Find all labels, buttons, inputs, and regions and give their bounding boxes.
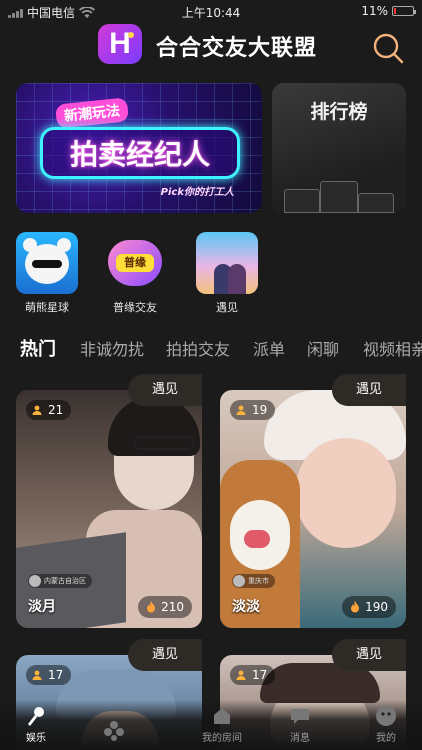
- quick-link-label: 遇见: [216, 301, 238, 314]
- tab-auction[interactable]: 拍拍交友: [166, 336, 230, 358]
- user-icon: [236, 405, 246, 415]
- heat-count: 190: [342, 596, 396, 618]
- quick-link-label: 普缘交友: [113, 301, 157, 314]
- room-cover-image: [220, 390, 406, 628]
- viewer-count-value: 21: [48, 403, 64, 417]
- user-icon: [32, 405, 42, 415]
- nav-apps[interactable]: [84, 720, 144, 744]
- meet-tag: 遇见: [332, 639, 406, 671]
- quick-link-label: 萌熊星球: [25, 301, 69, 314]
- battery-icon: [392, 6, 416, 16]
- chat-icon: [291, 709, 309, 724]
- viewer-count-value: 17: [48, 668, 64, 682]
- meet-tag: 遇见: [128, 639, 202, 671]
- heat-count: 210: [138, 596, 192, 618]
- profile-icon: [376, 706, 396, 726]
- tab-video-date[interactable]: 视频相亲: [363, 336, 422, 358]
- heart-icon: 普缘: [104, 232, 166, 294]
- nav-my-room[interactable]: 我的房间: [192, 705, 252, 744]
- heat-count-value: 210: [161, 600, 184, 614]
- viewer-count: 17: [26, 665, 72, 685]
- user-icon: [32, 670, 42, 680]
- couple-image: [196, 232, 258, 294]
- leaderboard-card[interactable]: 排行榜: [272, 83, 406, 213]
- meet-tag: 遇见: [128, 374, 202, 406]
- nav-messages[interactable]: 消息: [270, 705, 330, 744]
- nav-profile[interactable]: 我的: [356, 705, 416, 744]
- quick-link-bear-planet[interactable]: 萌熊星球: [16, 232, 78, 315]
- viewer-count-value: 17: [252, 668, 268, 682]
- user-icon: [236, 670, 246, 680]
- microphone-icon: [28, 707, 44, 726]
- fire-icon: [351, 601, 360, 613]
- bottom-nav: 娱乐 我的房间 消息 我的: [0, 700, 422, 750]
- viewer-count-value: 19: [252, 403, 268, 417]
- promo-banner[interactable]: 新潮玩法 拍卖经纪人 Pick你的打工人: [16, 83, 262, 213]
- heart-badge: 普缘: [116, 254, 154, 272]
- nav-entertainment[interactable]: 娱乐: [6, 705, 66, 744]
- tab-dispatch[interactable]: 派单: [253, 336, 285, 358]
- status-right: 11%: [361, 4, 416, 18]
- room-card[interactable]: 19 重庆市 淡淡 190 遇见: [220, 374, 406, 628]
- quick-link-meet[interactable]: 遇见: [196, 232, 258, 315]
- app-logo-letter: H: [109, 27, 131, 60]
- nav-label: 我的房间: [202, 733, 242, 744]
- tab-dating-show[interactable]: 非诚勿扰: [80, 336, 144, 358]
- battery-label: 11%: [361, 4, 388, 18]
- nav-label: 我的: [376, 733, 396, 744]
- nav-label: 消息: [290, 733, 310, 744]
- location-badge: 内蒙古自治区: [28, 574, 92, 588]
- quick-link-puyuan[interactable]: 普缘 普缘交友: [104, 232, 166, 315]
- podium-icon: [284, 179, 394, 213]
- room-card[interactable]: 21 内蒙古自治区 淡月 210 遇见: [16, 374, 202, 628]
- banner-footer: Pick你的打工人: [160, 187, 234, 198]
- app-title: 合合交友大联盟: [156, 36, 318, 61]
- leaderboard-title: 排行榜: [310, 101, 368, 123]
- category-tabs: 热门 非诚勿扰 拍拍交友 派单 闲聊 视频相亲: [0, 336, 422, 358]
- location-badge: 重庆市: [232, 574, 275, 588]
- viewer-count: 21: [26, 400, 72, 420]
- tab-hot[interactable]: 热门: [20, 336, 56, 358]
- viewer-count: 17: [230, 665, 276, 685]
- status-bar: 中国电信 上午10:44 11%: [0, 0, 422, 24]
- room-cover-image: [16, 390, 202, 628]
- tab-chat[interactable]: 闲聊: [307, 336, 339, 358]
- apps-icon: [104, 721, 124, 741]
- house-icon: [214, 708, 230, 724]
- room-name: 淡月: [28, 599, 56, 615]
- room-name: 淡淡: [232, 599, 260, 615]
- nav-label: 娱乐: [26, 733, 46, 744]
- viewer-count: 19: [230, 400, 276, 420]
- status-time: 上午10:44: [181, 6, 241, 20]
- bear-icon: [16, 232, 78, 294]
- search-icon[interactable]: [372, 32, 404, 64]
- banner-title: 拍卖经纪人: [40, 127, 240, 179]
- meet-tag: 遇见: [332, 374, 406, 406]
- heat-count-value: 190: [365, 600, 388, 614]
- app-logo: H: [98, 24, 142, 64]
- fire-icon: [147, 601, 156, 613]
